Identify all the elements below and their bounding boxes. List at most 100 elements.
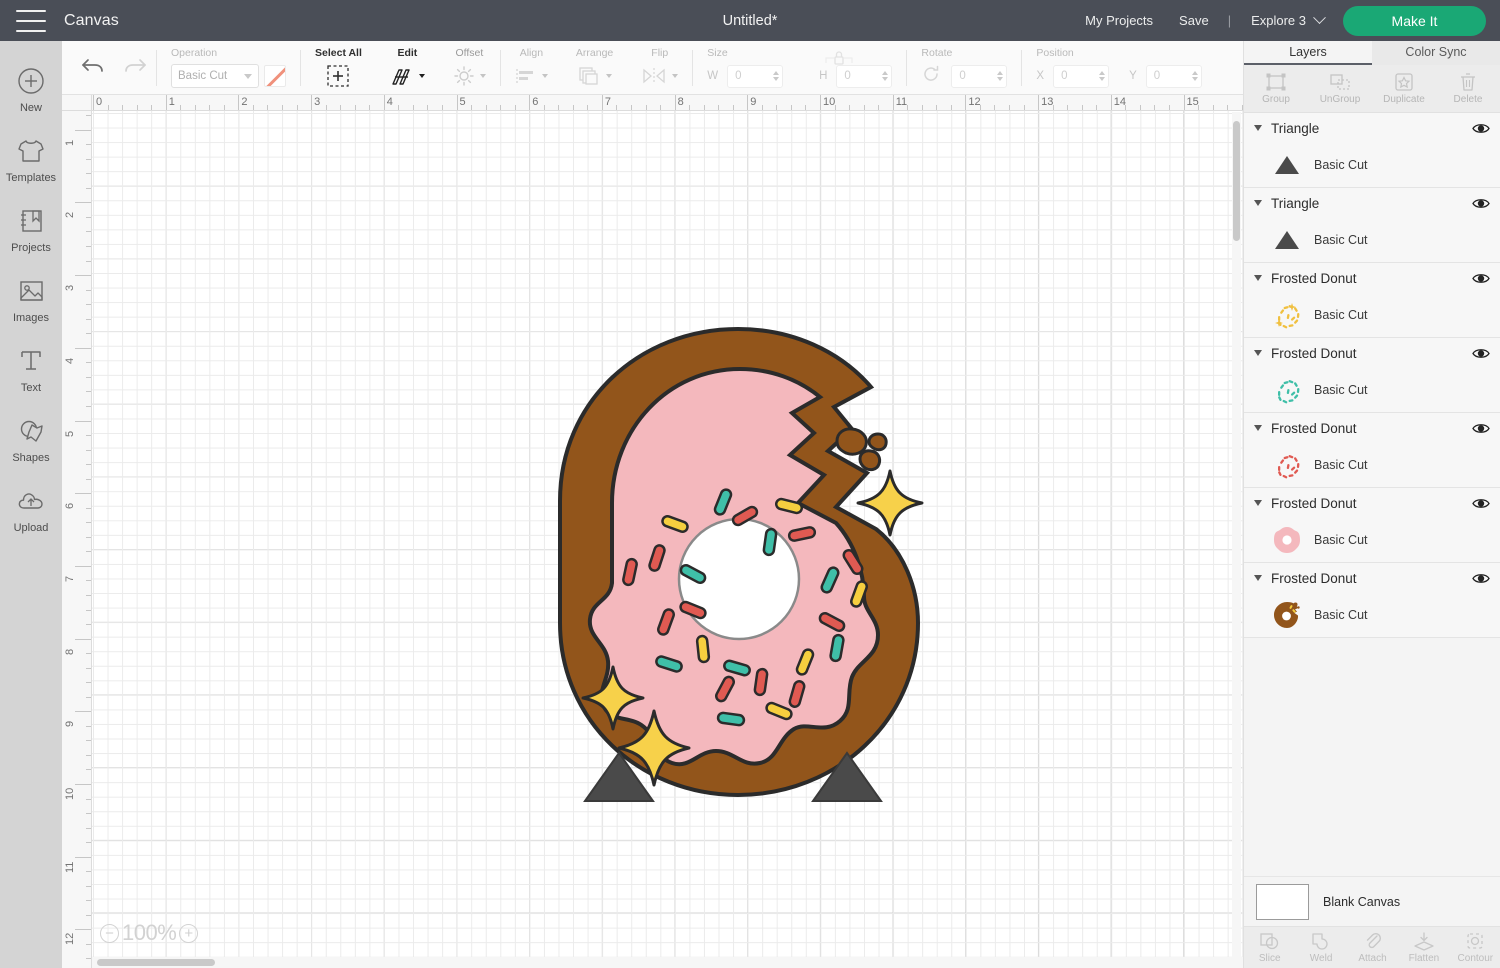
layer-header[interactable]: Frosted Donut: [1244, 263, 1500, 293]
y-stepper[interactable]: [1191, 71, 1198, 81]
operation-value: Basic Cut: [178, 70, 228, 82]
caret-down-icon[interactable]: [1254, 425, 1262, 431]
layer-operation: Basic Cut: [1314, 158, 1368, 172]
eye-visibility-icon[interactable]: [1472, 272, 1490, 285]
contour-button[interactable]: Contour: [1450, 927, 1500, 968]
horizontal-scrollbar-track[interactable]: [92, 957, 1243, 968]
redo-icon[interactable]: [122, 55, 148, 82]
layer-child-row[interactable]: Basic Cut: [1244, 593, 1500, 637]
ruler-tick: [776, 105, 778, 110]
layer-header[interactable]: Frosted Donut: [1244, 338, 1500, 368]
eye-visibility-icon[interactable]: [1472, 347, 1490, 360]
layers-list[interactable]: Triangle Basic Cut Triangle Basic Cut Froste…: [1244, 113, 1500, 853]
weld-label: Weld: [1309, 953, 1333, 964]
ruler-tick: [86, 725, 91, 727]
sidebar-item-templates[interactable]: Templates: [0, 125, 62, 195]
eye-visibility-icon[interactable]: [1472, 572, 1490, 585]
rotate-stepper[interactable]: [997, 71, 1004, 81]
canvas-artwork[interactable]: [92, 111, 1243, 968]
layer-child-row[interactable]: Basic Cut: [1244, 143, 1500, 187]
undo-icon[interactable]: [80, 55, 106, 82]
flip-group: Flip: [627, 41, 692, 95]
layer-child-row[interactable]: Basic Cut: [1244, 293, 1500, 337]
operation-select[interactable]: Basic Cut: [171, 64, 259, 88]
caret-down-icon[interactable]: [1254, 350, 1262, 356]
layer-header[interactable]: Triangle: [1244, 113, 1500, 143]
rotate-icon[interactable]: [921, 64, 941, 89]
ruler-tick: [93, 95, 94, 110]
ungroup-button[interactable]: UnGroup: [1308, 65, 1372, 112]
ruler-number: 8: [64, 648, 76, 655]
delete-button[interactable]: Delete: [1436, 65, 1500, 112]
color-swatch-button[interactable]: [264, 65, 286, 87]
x-stepper[interactable]: [1099, 71, 1106, 81]
canvas-area[interactable]: 0 1 2 3 4 5 6 7 8 9 10 11 12 13 14 15 1 2 3 4 5 6 7 8 9 10 11 12 −…: [62, 95, 1243, 968]
width-stepper[interactable]: [773, 71, 780, 81]
layer-child-row[interactable]: Basic Cut: [1244, 218, 1500, 262]
make-it-button[interactable]: Make It: [1343, 5, 1486, 36]
eye-visibility-icon[interactable]: [1472, 122, 1490, 135]
sidebar-item-new[interactable]: New: [0, 55, 62, 125]
lock-icon[interactable]: [824, 49, 854, 74]
x-input[interactable]: 0: [1053, 64, 1110, 88]
horizontal-scrollbar-thumb[interactable]: [97, 959, 215, 966]
attach-button[interactable]: Attach: [1347, 927, 1398, 968]
weld-button[interactable]: Weld: [1295, 927, 1346, 968]
layer-header[interactable]: Triangle: [1244, 188, 1500, 218]
sidebar-item-upload[interactable]: Upload: [0, 475, 62, 545]
y-input[interactable]: 0: [1145, 64, 1202, 88]
zoom-out-button[interactable]: −: [100, 923, 119, 943]
ruler-tick: [543, 105, 545, 110]
layer-child-row[interactable]: Basic Cut: [1244, 368, 1500, 412]
arrange-button[interactable]: [577, 63, 613, 89]
layer-child-row[interactable]: Basic Cut: [1244, 518, 1500, 562]
caret-down-icon[interactable]: [1254, 125, 1262, 131]
edit-button[interactable]: [390, 63, 425, 89]
layer-thumbnail: [1272, 450, 1302, 480]
vertical-scrollbar-thumb[interactable]: [1233, 121, 1240, 241]
slice-button[interactable]: Slice: [1244, 927, 1295, 968]
duplicate-button[interactable]: Duplicate: [1372, 65, 1436, 112]
sidebar-item-projects[interactable]: Projects: [0, 195, 62, 265]
machine-selector[interactable]: Explore 3: [1237, 11, 1334, 28]
layer-header[interactable]: Frosted Donut: [1244, 413, 1500, 443]
eye-visibility-icon[interactable]: [1472, 497, 1490, 510]
width-input[interactable]: 0: [727, 64, 784, 88]
select-all-group: Select All: [301, 41, 376, 95]
sidebar-item-text[interactable]: Text: [0, 335, 62, 405]
height-stepper[interactable]: [882, 71, 889, 81]
layer-group: Frosted Donut Basic Cut: [1244, 263, 1500, 338]
rotate-input[interactable]: 0: [951, 64, 1008, 88]
caret-down-icon[interactable]: [1254, 500, 1262, 506]
ruler-tick: [86, 900, 91, 902]
group-button[interactable]: Group: [1244, 65, 1308, 112]
ruler-tick: [75, 493, 91, 495]
tab-color-sync[interactable]: Color Sync: [1372, 41, 1500, 65]
offset-button[interactable]: [453, 63, 486, 89]
blank-canvas-row[interactable]: Blank Canvas: [1244, 876, 1500, 926]
layer-header[interactable]: Frosted Donut: [1244, 488, 1500, 518]
delete-label: Delete: [1453, 94, 1483, 105]
eye-visibility-icon[interactable]: [1472, 197, 1490, 210]
caret-down-icon[interactable]: [1254, 275, 1262, 281]
caret-down-icon[interactable]: [1254, 575, 1262, 581]
blank-canvas-swatch[interactable]: [1256, 883, 1309, 920]
my-projects-link[interactable]: My Projects: [1072, 13, 1166, 28]
layer-child-row[interactable]: Basic Cut: [1244, 443, 1500, 487]
tab-layers[interactable]: Layers: [1244, 41, 1372, 65]
zoom-in-button[interactable]: +: [179, 923, 199, 943]
layer-header[interactable]: Frosted Donut: [1244, 563, 1500, 593]
save-button[interactable]: Save: [1166, 13, 1222, 28]
select-all-button[interactable]: [325, 63, 351, 89]
caret-down-icon[interactable]: [1254, 200, 1262, 206]
align-button[interactable]: [515, 63, 548, 89]
flatten-button[interactable]: Flatten: [1398, 927, 1449, 968]
hamburger-icon[interactable]: [16, 9, 46, 32]
sidebar-item-images[interactable]: Images: [0, 265, 62, 335]
eye-visibility-icon[interactable]: [1472, 422, 1490, 435]
ruler-tick: [412, 105, 414, 110]
flip-button[interactable]: [641, 63, 679, 89]
sidebar-item-shapes[interactable]: Shapes: [0, 405, 62, 475]
ruler-number: 4: [386, 96, 393, 108]
ruler-tick: [86, 914, 91, 916]
